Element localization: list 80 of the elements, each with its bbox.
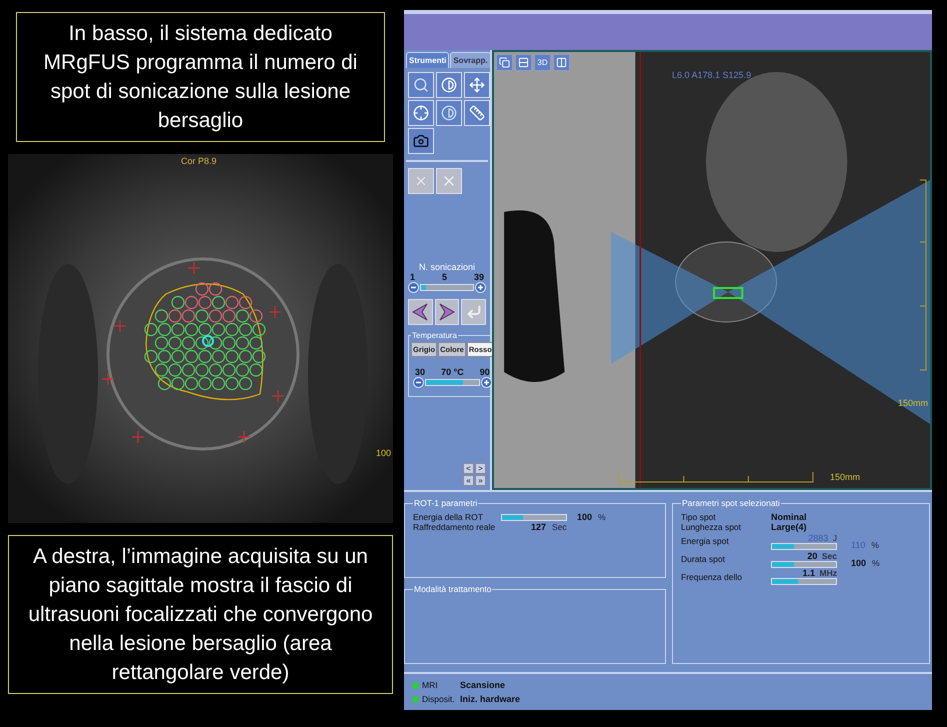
field-label: Durata spot (681, 554, 726, 564)
move-button[interactable] (464, 72, 490, 98)
field-label: Tipo spot (681, 512, 717, 522)
reading-value: 20 Sec (807, 550, 837, 560)
camera-button[interactable] (408, 128, 434, 154)
columns-icon (556, 57, 567, 68)
nav-button[interactable]: « (463, 475, 474, 486)
measure-button[interactable] (464, 100, 490, 126)
tab[interactable]: Sovrapp. (450, 52, 491, 68)
panel-title: ROT-1 parametri (413, 498, 478, 508)
return-icon (466, 304, 482, 320)
group-title: Temperatura (411, 331, 458, 340)
field-label: Energia spot (681, 536, 730, 546)
nav-button[interactable]: < (463, 463, 474, 474)
target-button[interactable] (408, 100, 434, 126)
slider-title: N. sonicazioni (418, 262, 476, 272)
field-value: 100 (851, 558, 866, 568)
ruler-icon (469, 105, 485, 121)
view-button[interactable] (496, 54, 513, 71)
minus-icon (415, 379, 422, 386)
increase-button[interactable] (480, 377, 492, 388)
contrast-icon (441, 105, 457, 121)
field-value: 127 (531, 522, 546, 532)
nav-button[interactable]: » (475, 475, 486, 486)
crosshair-icon (413, 105, 429, 121)
panel-title: Modalità trattamento (413, 584, 492, 594)
left-triangle-icon (412, 303, 428, 321)
view-button[interactable] (553, 54, 570, 71)
scale-label: 100 (376, 448, 391, 458)
tab[interactable]: Strumenti (406, 52, 450, 68)
max-value: 39 (474, 272, 484, 282)
previous-button[interactable] (408, 299, 433, 325)
scale-label: 150mm (830, 472, 860, 482)
contrast-button[interactable] (436, 72, 462, 98)
status-value: Iniz. hardware (460, 694, 522, 704)
caption-text: In basso, il sistema dedicato MRgFUS programma il numero di spot di sonicazione sulla lesione bersaglio (16, 12, 385, 142)
field-label: Energia della ROT (413, 512, 484, 522)
plus-icon (477, 284, 484, 291)
min-value: 1 (410, 272, 416, 282)
plus-icon (482, 379, 490, 386)
min-value: 30 (415, 367, 426, 377)
zoom-button[interactable] (408, 72, 434, 98)
field-value: Large(4) (771, 522, 808, 532)
cross-icon (414, 174, 428, 188)
panel-title: Parametri spot selezionati (681, 498, 781, 508)
move-icon (469, 77, 485, 93)
increase-button[interactable] (475, 282, 486, 293)
view-button[interactable] (515, 54, 532, 71)
coordinates-label: L6.0 A178.1 S125.9 (672, 70, 752, 80)
search-icon (413, 77, 429, 93)
unit-label: % (598, 512, 606, 522)
minus-icon (410, 284, 417, 291)
field-label: Raffreddamento reale (413, 522, 496, 532)
status-value: Scansione (460, 680, 506, 690)
contrast-icon (441, 77, 457, 93)
right-triangle-icon (439, 303, 455, 321)
slice-label: Cor P8.9 (181, 156, 217, 166)
unit-label: % (871, 540, 879, 550)
unit-label: % (872, 558, 880, 568)
field-value: Nominal (771, 512, 808, 522)
field-value: 100 (577, 512, 592, 522)
decrease-button[interactable] (408, 282, 419, 293)
scale-label: 150mm (898, 398, 928, 408)
slider-value: 70 °C (441, 367, 464, 377)
status-label: Disposit. (422, 694, 456, 704)
decrease-button[interactable] (413, 377, 424, 388)
slider-value: 5 (442, 272, 447, 282)
field-label: Lunghezza spot (681, 522, 742, 532)
rows-icon (518, 57, 529, 68)
nav-button[interactable]: > (475, 463, 486, 474)
caption-text: A destra, l’immagine acquisita su un piano sagittale mostra il fascio di ultrasuoni focalizzati che convergono nella lesione bersaglio (area rettangolare verde) (8, 535, 393, 694)
field-label: Frequenza dello (681, 572, 743, 582)
stack-icon (499, 57, 510, 68)
reading-value: 1.1 MHz (802, 568, 837, 578)
unit-label: Sec (552, 522, 567, 532)
next-button[interactable] (434, 299, 460, 325)
max-value: 90 (480, 367, 490, 377)
status-label: MRI (422, 680, 439, 690)
camera-icon (413, 133, 429, 149)
view-3d-button[interactable]: 3D (534, 54, 551, 71)
